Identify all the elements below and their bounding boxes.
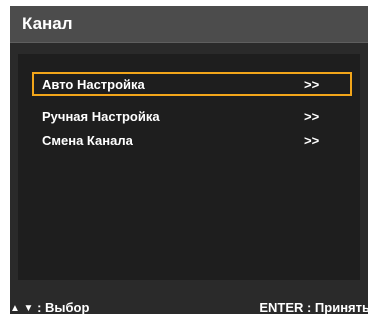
osd-menu-window: Канал Авто Настройка >> Ручная Настройка… (10, 6, 370, 317)
footer-hint-bar: ▲ ▼ : Выбор ENTER : Принять (10, 292, 370, 317)
menu-item-channel-change[interactable]: Смена Канала >> (32, 128, 352, 152)
enter-hint-text: ENTER : Принять (259, 300, 370, 315)
menu-item-manual-tuning[interactable]: Ручная Настройка >> (32, 104, 352, 128)
submenu-arrow-icon: >> (304, 133, 320, 148)
select-hint-text: : Выбор (37, 300, 90, 315)
menu-item-auto-tuning[interactable]: Авто Настройка >> (32, 72, 352, 96)
menu-item-label: Авто Настройка (42, 77, 145, 92)
menu-title: Канал (22, 14, 73, 33)
down-arrow-icon: ▼ (23, 303, 34, 314)
menu-item-label: Смена Канала (42, 133, 133, 148)
select-hint: ▲ ▼ : Выбор (10, 300, 89, 317)
menu-item-label: Ручная Настройка (42, 109, 160, 124)
submenu-arrow-icon: >> (304, 77, 320, 92)
up-arrow-icon: ▲ (10, 303, 20, 314)
menu-content-panel: Авто Настройка >> Ручная Настройка >> См… (18, 54, 360, 280)
submenu-arrow-icon: >> (304, 109, 320, 124)
title-bar: Канал (10, 6, 368, 43)
